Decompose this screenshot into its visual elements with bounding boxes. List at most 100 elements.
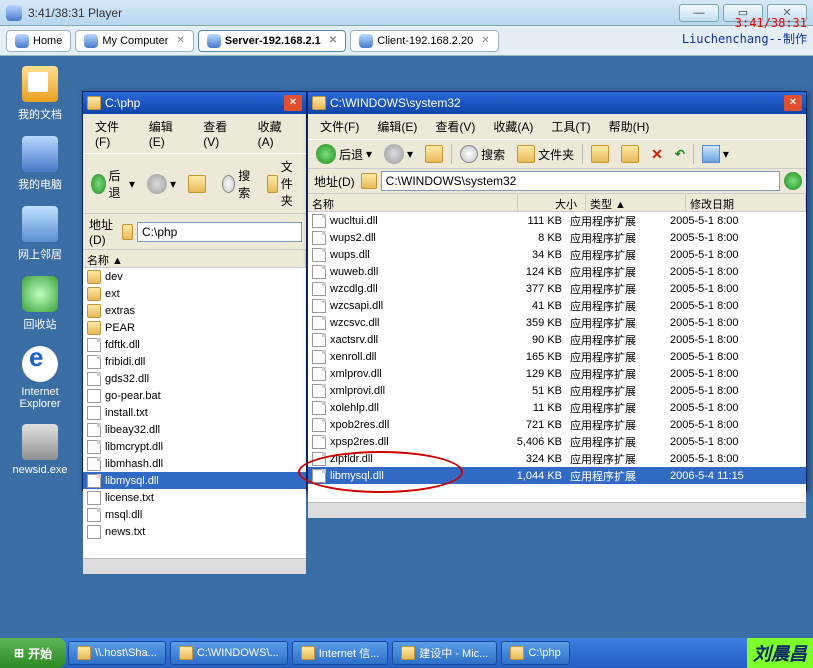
search-button[interactable]: 搜索 [456, 143, 509, 165]
list-item[interactable]: wzcsapi.dll41 KB应用程序扩展2005-5-1 8:00 [308, 297, 806, 314]
views-button[interactable]: ▾ [698, 143, 733, 165]
list-item[interactable]: zipfldr.dll324 KB应用程序扩展2005-5-1 8:00 [308, 450, 806, 467]
exp1-column-header[interactable]: 名称 ▲ [83, 250, 306, 268]
back-button[interactable]: 后退 ▾ [312, 142, 376, 166]
exp1-file-list[interactable]: devextextrasPEARfdftk.dllfribidi.dllgds3… [83, 268, 306, 558]
list-item[interactable]: wzcdlg.dll377 KB应用程序扩展2005-5-1 8:00 [308, 280, 806, 297]
back-button[interactable]: 后退 ▾ [87, 165, 139, 203]
menu-item[interactable]: 编辑(E) [369, 116, 425, 137]
vm-tab[interactable]: Server-192.168.2.1✕ [198, 30, 346, 52]
list-item[interactable]: xmlprovi.dll51 KB应用程序扩展2005-5-1 8:00 [308, 382, 806, 399]
undo-button[interactable]: ↶ [671, 145, 689, 163]
list-item[interactable]: install.txt [83, 404, 306, 421]
menu-item[interactable]: 文件(F) [87, 116, 139, 151]
col-type[interactable]: 类型 ▲ [586, 194, 686, 211]
desktop-icon[interactable]: 网上邻居 [8, 206, 72, 262]
list-item[interactable]: news.txt [83, 523, 306, 540]
taskbar-button[interactable]: C:\php [501, 641, 569, 665]
list-item[interactable]: wuweb.dll124 KB应用程序扩展2005-5-1 8:00 [308, 263, 806, 280]
list-item[interactable]: libmcrypt.dll [83, 438, 306, 455]
list-item[interactable]: xolehlp.dll11 KB应用程序扩展2005-5-1 8:00 [308, 399, 806, 416]
menu-item[interactable]: 工具(T) [543, 116, 598, 137]
menu-item[interactable]: 编辑(E) [141, 116, 193, 151]
list-item[interactable]: xactsrv.dll90 KB应用程序扩展2005-5-1 8:00 [308, 331, 806, 348]
forward-button[interactable]: ▾ [380, 142, 417, 166]
list-item[interactable]: libeay32.dll [83, 421, 306, 438]
list-item[interactable]: xmlprov.dll129 KB应用程序扩展2005-5-1 8:00 [308, 365, 806, 382]
list-item[interactable]: fribidi.dll [83, 353, 306, 370]
up-button[interactable] [184, 173, 210, 195]
list-item[interactable]: extras [83, 302, 306, 319]
list-item[interactable]: msql.dll [83, 506, 306, 523]
col-size[interactable]: 大小 [518, 194, 586, 211]
list-item[interactable]: wzcsvc.dll359 KB应用程序扩展2005-5-1 8:00 [308, 314, 806, 331]
list-item[interactable]: go-pear.bat [83, 387, 306, 404]
explorer-window-system32[interactable]: C:\WINDOWS\system32 × 文件(F)编辑(E)查看(V)收藏(… [307, 91, 807, 491]
explorer-window-php[interactable]: C:\php × 文件(F)编辑(E)查看(V)收藏(A) 后退 ▾ ▾ 搜索 … [82, 91, 307, 491]
list-item[interactable]: wups2.dll8 KB应用程序扩展2005-5-1 8:00 [308, 229, 806, 246]
list-item[interactable]: libmhash.dll [83, 455, 306, 472]
list-item[interactable]: xpsp2res.dll5,406 KB应用程序扩展2005-5-1 8:00 [308, 433, 806, 450]
desktop-icon[interactable]: 我的电脑 [8, 136, 72, 192]
menu-item[interactable]: 查看(V) [427, 116, 483, 137]
folders-button[interactable]: 文件夹 [263, 156, 304, 211]
col-name[interactable]: 名称 [308, 194, 518, 211]
list-item[interactable]: dev [83, 268, 306, 285]
desktop-icon[interactable]: Internet Explorer [8, 346, 72, 410]
exp1-titlebar[interactable]: C:\php × [83, 92, 306, 114]
exp2-close-button[interactable]: × [784, 95, 802, 111]
up-button[interactable] [421, 143, 447, 165]
search-button[interactable]: 搜索 [218, 165, 259, 203]
moveto-button[interactable] [587, 143, 613, 165]
col-name[interactable]: 名称 ▲ [83, 250, 306, 267]
forward-button[interactable]: ▾ [143, 172, 180, 196]
taskbar-button[interactable]: 建设中 - Mic... [392, 641, 497, 665]
desktop-icon[interactable]: 回收站 [8, 276, 72, 332]
close-icon[interactable]: ✕ [176, 35, 184, 46]
list-item[interactable]: wucltui.dll111 KB应用程序扩展2005-5-1 8:00 [308, 212, 806, 229]
exp2-file-list[interactable]: wucltui.dll111 KB应用程序扩展2005-5-1 8:00wups… [308, 212, 806, 502]
copyto-button[interactable] [617, 143, 643, 165]
list-item[interactable]: PEAR [83, 319, 306, 336]
exp2-titlebar[interactable]: C:\WINDOWS\system32 × [308, 92, 806, 114]
exp1-close-button[interactable]: × [284, 95, 302, 111]
menu-item[interactable]: 帮助(H) [601, 116, 658, 137]
list-item[interactable]: ext [83, 285, 306, 302]
exp1-hscroll[interactable] [83, 558, 306, 574]
delete-button[interactable]: ✕ [647, 144, 667, 165]
vm-tab[interactable]: Home [6, 30, 71, 52]
list-item[interactable]: xpob2res.dll721 KB应用程序扩展2005-5-1 8:00 [308, 416, 806, 433]
dll-icon [87, 440, 101, 454]
menu-item[interactable]: 收藏(A) [250, 116, 302, 151]
taskbar-button[interactable]: C:\WINDOWS\... [170, 641, 288, 665]
list-item[interactable]: libmysql.dll1,044 KB应用程序扩展2006-5-4 11:15 [308, 467, 806, 484]
menu-item[interactable]: 收藏(A) [485, 116, 541, 137]
list-item[interactable]: license.txt [83, 489, 306, 506]
go-icon[interactable] [784, 172, 802, 190]
vm-tab[interactable]: My Computer✕ [75, 30, 193, 52]
start-button[interactable]: ⊞ 开始 [0, 638, 66, 668]
list-item[interactable]: gds32.dll [83, 370, 306, 387]
list-item[interactable]: xenroll.dll165 KB应用程序扩展2005-5-1 8:00 [308, 348, 806, 365]
list-item[interactable]: fdftk.dll [83, 336, 306, 353]
taskbar-button[interactable]: Internet 信... [292, 641, 389, 665]
list-item[interactable]: wups.dll34 KB应用程序扩展2005-5-1 8:00 [308, 246, 806, 263]
folders-button[interactable]: 文件夹 [513, 143, 578, 165]
close-icon[interactable]: ✕ [329, 35, 337, 46]
taskbar-button[interactable]: \\.host\Sha... [68, 641, 166, 665]
list-item[interactable]: libmysql.dll [83, 472, 306, 489]
vm-tab[interactable]: Client-192.168.2.20✕ [350, 30, 498, 52]
exp2-hscroll[interactable] [308, 502, 806, 518]
exp2-column-header[interactable]: 名称 大小 类型 ▲ 修改日期 [308, 194, 806, 212]
desktop-icon[interactable]: 我的文档 [8, 66, 72, 122]
exp2-address-input[interactable] [381, 171, 780, 191]
close-icon[interactable]: ✕ [481, 35, 489, 46]
exp1-address-input[interactable] [137, 222, 302, 242]
vm-minimize-button[interactable]: — [679, 4, 719, 22]
menu-item[interactable]: 文件(F) [312, 116, 367, 137]
exp1-menubar[interactable]: 文件(F)编辑(E)查看(V)收藏(A) [83, 114, 306, 153]
menu-item[interactable]: 查看(V) [195, 116, 247, 151]
exp2-menubar[interactable]: 文件(F)编辑(E)查看(V)收藏(A)工具(T)帮助(H) [308, 114, 806, 139]
desktop-icon[interactable]: newsid.exe [8, 424, 72, 476]
col-date[interactable]: 修改日期 [686, 194, 806, 211]
